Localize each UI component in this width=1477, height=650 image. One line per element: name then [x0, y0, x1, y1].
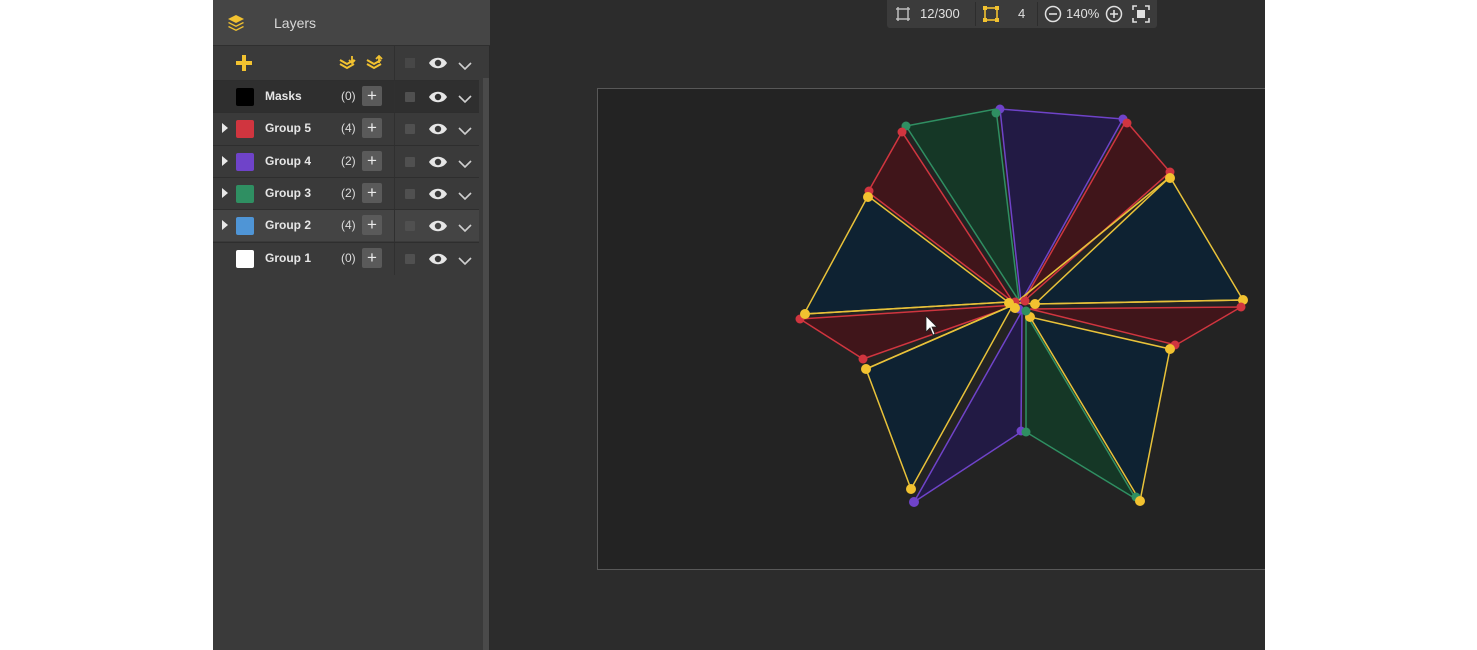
- drawing-canvas[interactable]: [597, 88, 1265, 570]
- bounding-box-icon[interactable]: [982, 5, 1000, 23]
- chevron-down-icon[interactable]: [458, 220, 472, 233]
- eye-icon[interactable]: [428, 56, 448, 70]
- layer-name: Group 5: [265, 121, 312, 136]
- chevron-down-icon[interactable]: [458, 188, 472, 201]
- layer-color-swatch[interactable]: [236, 152, 254, 171]
- layer-color-swatch[interactable]: [236, 249, 254, 268]
- lock-toggle[interactable]: [405, 124, 415, 135]
- chevron-down-icon[interactable]: [458, 91, 472, 104]
- expand-caret-icon[interactable]: [222, 123, 228, 134]
- row-divider: [394, 145, 395, 178]
- add-to-layer-button[interactable]: +: [362, 247, 382, 268]
- layer-count: (2): [341, 153, 356, 168]
- points-count: 4: [1018, 6, 1026, 21]
- row-divider: [394, 242, 395, 275]
- layers-panel: Layers Masks (0) + Group 5 (4) + Group 4 (2) + Gr…: [213, 0, 490, 650]
- lock-toggle[interactable]: [405, 188, 415, 199]
- row-divider: [394, 177, 395, 210]
- frame-icon: [895, 6, 911, 22]
- toolbar-divider: [394, 46, 395, 80]
- mesh-drawing: [795, 104, 1248, 507]
- add-to-layer-button[interactable]: +: [362, 86, 382, 106]
- canvas-toolbar: 12/300 4 140%: [887, 0, 1157, 28]
- lock-all-toggle[interactable]: [405, 58, 415, 68]
- chevron-down-icon[interactable]: [458, 253, 472, 265]
- layer-name: Masks: [265, 89, 302, 103]
- layer-row[interactable]: Group 5 (4) +: [213, 112, 479, 146]
- fit-screen-icon[interactable]: [1132, 5, 1150, 23]
- collapse-layers-icon[interactable]: [339, 55, 357, 71]
- layer-row[interactable]: Group 2 (4) +: [213, 209, 479, 243]
- eye-icon[interactable]: [428, 122, 448, 136]
- layer-name: Group 2: [265, 218, 312, 233]
- lock-toggle[interactable]: [405, 92, 415, 102]
- layer-count: (0): [341, 89, 356, 103]
- layer-color-swatch[interactable]: [236, 120, 254, 139]
- row-divider: [394, 210, 395, 243]
- expand-layers-icon[interactable]: [366, 54, 384, 71]
- layer-count: (4): [341, 121, 356, 136]
- layer-count: (0): [341, 250, 356, 265]
- expand-caret-icon[interactable]: [222, 220, 228, 231]
- layers-toolbar: [213, 46, 479, 80]
- expand-caret-icon[interactable]: [222, 187, 228, 198]
- frame-counter: 12/300: [920, 6, 960, 21]
- lock-toggle[interactable]: [405, 253, 415, 264]
- panel-scrollbar[interactable]: [483, 78, 489, 650]
- plus-icon[interactable]: [235, 54, 253, 72]
- add-to-layer-button[interactable]: +: [362, 215, 382, 236]
- layer-row[interactable]: Group 1 (0) +: [213, 241, 479, 275]
- eye-icon[interactable]: [428, 90, 448, 104]
- chevron-down-icon[interactable]: [458, 58, 472, 71]
- chevron-down-icon[interactable]: [458, 123, 472, 136]
- chevron-down-icon[interactable]: [458, 156, 472, 168]
- lock-toggle[interactable]: [405, 156, 415, 167]
- layer-row[interactable]: Group 4 (2) +: [213, 144, 479, 178]
- layer-row[interactable]: Group 3 (2) +: [213, 176, 479, 210]
- layer-name: Group 1: [265, 250, 312, 265]
- layer-count: (4): [341, 218, 356, 233]
- add-to-layer-button[interactable]: +: [362, 182, 382, 203]
- layers-panel-header: Layers: [213, 0, 490, 46]
- zoom-out-icon[interactable]: [1044, 5, 1062, 23]
- panel-title: Layers: [274, 15, 317, 31]
- layer-count: (2): [341, 185, 356, 200]
- layer-name: Group 3: [265, 185, 312, 200]
- layer-color-swatch[interactable]: [236, 184, 254, 203]
- layer-row[interactable]: Masks (0) +: [213, 80, 479, 113]
- zoom-level: 140%: [1066, 6, 1100, 21]
- eye-icon[interactable]: [428, 155, 448, 169]
- layer-name: Group 4: [265, 153, 312, 168]
- add-to-layer-button[interactable]: +: [362, 118, 382, 139]
- layer-color-swatch[interactable]: [236, 88, 254, 106]
- row-divider: [394, 113, 395, 146]
- eye-icon[interactable]: [428, 187, 448, 201]
- add-to-layer-button[interactable]: +: [362, 150, 382, 171]
- expand-caret-icon[interactable]: [222, 155, 228, 166]
- eye-icon[interactable]: [428, 252, 448, 266]
- layers-stack-icon: [226, 13, 246, 33]
- zoom-in-icon[interactable]: [1105, 5, 1123, 23]
- eye-icon[interactable]: [428, 219, 448, 233]
- row-divider: [394, 81, 395, 113]
- lock-toggle[interactable]: [405, 221, 415, 232]
- app-window: Layers Masks (0) + Group 5 (4) + Group 4 (2) + Gr…: [213, 0, 1265, 650]
- layer-color-swatch[interactable]: [236, 217, 254, 236]
